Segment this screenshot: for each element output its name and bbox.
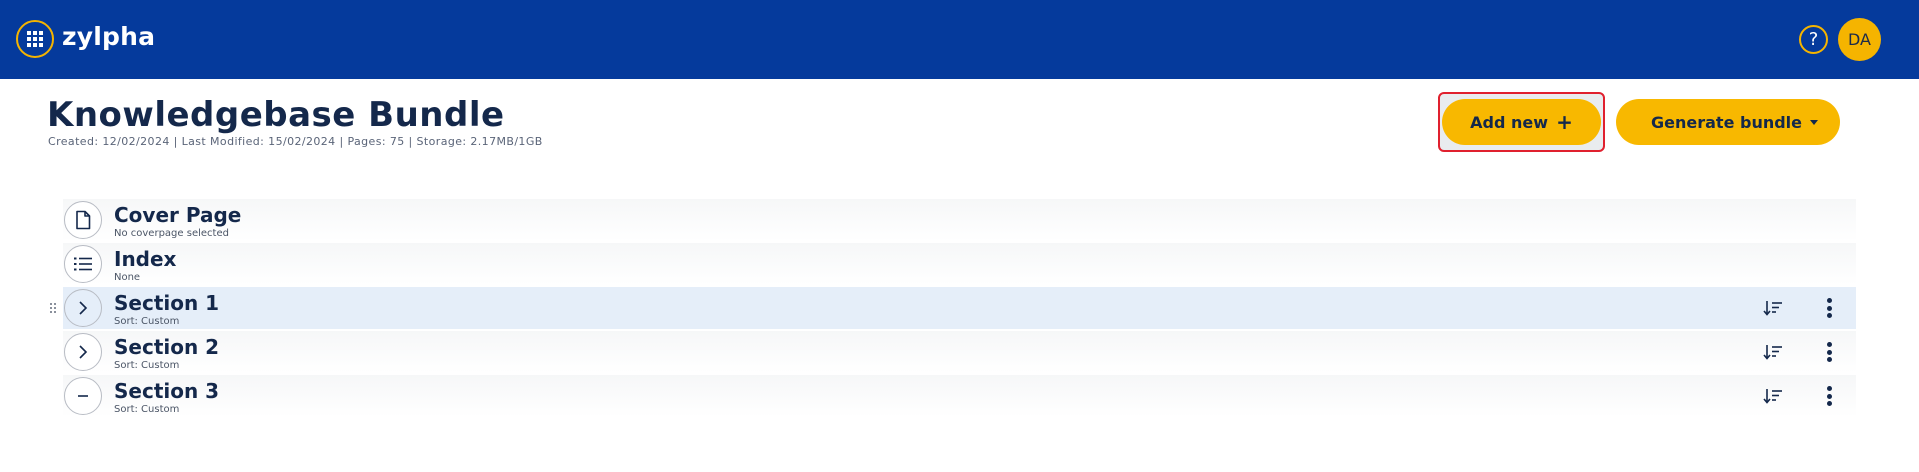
chevron-right-icon[interactable] (64, 289, 102, 327)
more-options-icon[interactable] (1826, 298, 1832, 318)
add-new-button[interactable]: Add new + (1442, 99, 1601, 145)
item-name: Section 1 (114, 291, 220, 315)
help-button[interactable]: ? (1799, 25, 1828, 54)
sort-icon[interactable] (1763, 299, 1783, 317)
more-options-icon[interactable] (1826, 342, 1832, 362)
top-bar: zylpha ? DA (0, 0, 1919, 79)
item-name: Section 3 (114, 379, 220, 403)
item-subtitle: Sort: Custom (114, 360, 180, 371)
list-item-section-2[interactable]: Section 2 Sort: Custom (63, 331, 1856, 373)
list-item-section-1[interactable]: Section 1 Sort: Custom (63, 287, 1856, 329)
generate-bundle-button[interactable]: Generate bundle (1616, 99, 1840, 145)
list-item-section-3[interactable]: Section 3 Sort: Custom (63, 375, 1856, 417)
minus-icon[interactable] (64, 377, 102, 415)
list-item-cover-page[interactable]: Cover Page No coverpage selected (63, 199, 1856, 241)
plus-icon: + (1556, 110, 1573, 134)
item-name: Cover Page (114, 203, 242, 227)
brand-logo: zylpha (62, 22, 156, 51)
caret-down-icon[interactable] (1810, 120, 1818, 125)
bundle-meta: Created: 12/02/2024 | Last Modified: 15/… (48, 135, 543, 148)
sort-icon[interactable] (1763, 387, 1783, 405)
item-subtitle: Sort: Custom (114, 316, 180, 327)
numbered-list-icon[interactable] (64, 245, 102, 283)
apps-menu-button[interactable] (16, 20, 54, 58)
item-subtitle: No coverpage selected (114, 228, 229, 239)
more-options-icon[interactable] (1826, 386, 1832, 406)
sort-icon[interactable] (1763, 343, 1783, 361)
item-name: Section 2 (114, 335, 220, 359)
drag-handle-icon[interactable] (50, 303, 56, 313)
add-new-label: Add new (1470, 112, 1549, 132)
item-name: Index (114, 247, 177, 271)
document-icon[interactable] (64, 201, 102, 239)
help-icon: ? (1808, 29, 1819, 50)
chevron-right-icon[interactable] (64, 333, 102, 371)
page-title: Knowledgebase Bundle (47, 95, 505, 135)
generate-bundle-label: Generate bundle (1651, 112, 1803, 132)
grid-icon (27, 31, 43, 47)
list-item-index[interactable]: Index None (63, 243, 1856, 285)
item-subtitle: Sort: Custom (114, 404, 180, 415)
user-avatar[interactable]: DA (1838, 18, 1881, 61)
item-subtitle: None (114, 272, 141, 283)
